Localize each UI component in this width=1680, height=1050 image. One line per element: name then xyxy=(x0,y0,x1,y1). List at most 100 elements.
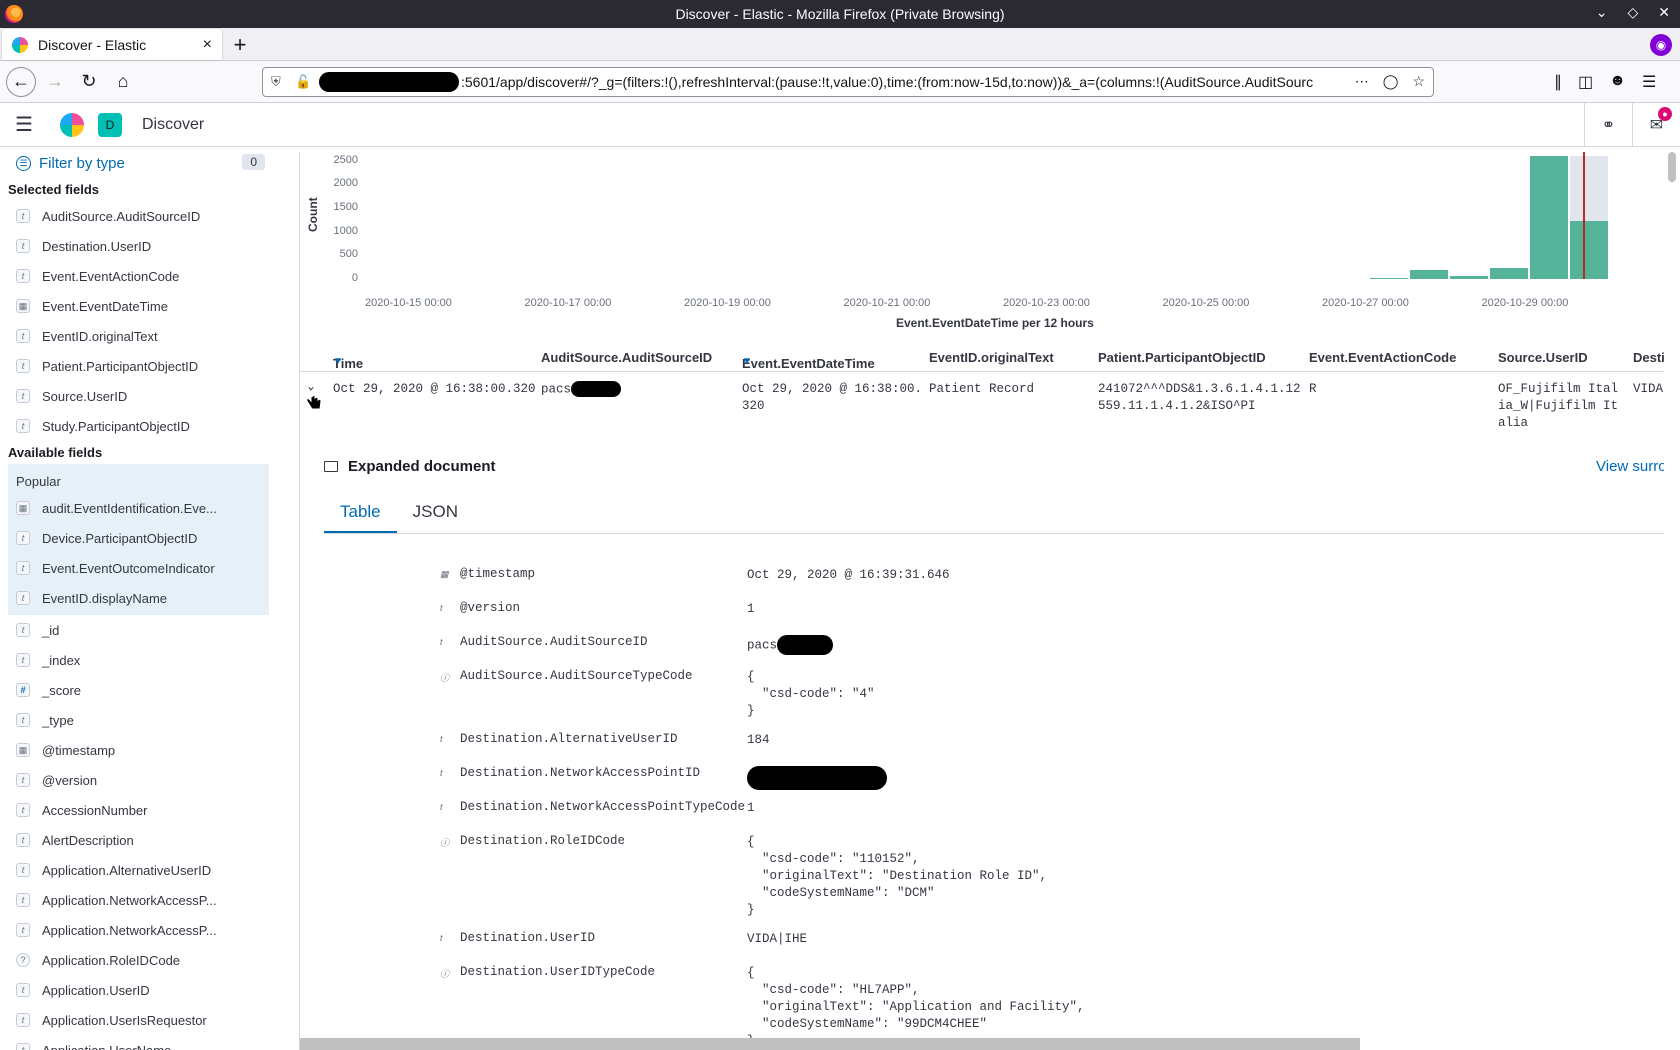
field-item[interactable]: t Event.EventOutcomeIndicator xyxy=(8,553,269,583)
histogram-bar[interactable] xyxy=(1530,156,1568,279)
histogram-bar[interactable] xyxy=(1370,277,1408,279)
cell-audit-source: pacs xyxy=(541,381,622,398)
field-item[interactable]: t Application.UserID xyxy=(0,975,299,1005)
field-name: Patient.ParticipantObjectID xyxy=(42,358,199,374)
forward-button[interactable]: → xyxy=(40,67,70,97)
field-item[interactable]: t Event.EventActionCode xyxy=(0,261,299,291)
field-name: audit.EventIdentification.Eve... xyxy=(42,500,217,516)
page-actions-icon[interactable]: ⋯ xyxy=(1355,73,1369,90)
field-item[interactable]: t Patient.ParticipantObjectID xyxy=(0,351,299,381)
field-item[interactable]: ▦ Event.EventDateTime xyxy=(0,291,299,321)
newsfeed-icon[interactable]: ✉ ● xyxy=(1632,103,1680,147)
histogram-chart[interactable]: Count 2500 2000 1500 1000 500 0 2020-10-15 00… xyxy=(300,152,1664,342)
field-item[interactable]: t EventID.displayName xyxy=(8,583,269,613)
home-button[interactable]: ⌂ xyxy=(108,67,138,97)
field-item[interactable]: t _id xyxy=(0,615,299,645)
field-item[interactable]: ? Application.RoleIDCode xyxy=(0,945,299,975)
popular-fields-group: Popular ▦ audit.EventIdentification.Eve..… xyxy=(8,464,269,615)
field-item[interactable]: t AuditSource.AuditSourceID xyxy=(0,201,299,231)
reload-button[interactable]: ↻ xyxy=(74,67,104,97)
app-menu-icon[interactable]: ☰ xyxy=(1642,72,1656,92)
cell-patient: 241072^^^DDS&1.3.6.1.4.1.12 559.11.1.4.1.… xyxy=(1098,382,1301,413)
number-type-icon: # xyxy=(16,683,30,697)
pocket-icon[interactable]: ◯ xyxy=(1383,73,1399,90)
col-destination[interactable]: Desti xyxy=(1633,350,1664,365)
col-source-user[interactable]: Source.UserID xyxy=(1498,350,1588,365)
table-row[interactable]: ⌄ Oct 29, 2020 @ 16:38:00.320 pacs Oct 2… xyxy=(300,373,1664,443)
tab-table[interactable]: Table xyxy=(324,492,397,533)
field-item[interactable]: ▦ @timestamp xyxy=(0,735,299,765)
string-type-icon: t xyxy=(16,863,30,877)
account-icon[interactable]: ☻ xyxy=(1609,72,1626,92)
new-tab-button[interactable]: + xyxy=(222,29,258,60)
close-tab-icon[interactable]: × xyxy=(203,36,212,54)
field-name: Device.ParticipantObjectID xyxy=(42,530,198,546)
string-type-icon: t xyxy=(16,923,30,937)
redacted-value xyxy=(571,381,622,397)
field-name: Study.ParticipantObjectID xyxy=(42,418,190,434)
field-item[interactable]: t Source.UserID xyxy=(0,381,299,411)
date-type-icon: ▦ xyxy=(16,743,30,757)
col-event-id-text[interactable]: EventID.originalText xyxy=(929,350,1054,365)
field-item[interactable]: t Destination.UserID xyxy=(0,231,299,261)
field-item[interactable]: t Application.NetworkAccessP... xyxy=(0,885,299,915)
field-item[interactable]: t Study.ParticipantObjectID xyxy=(0,411,299,441)
field-name: EventID.originalText xyxy=(42,328,158,344)
x-tick-label: 2020-10-23 00:00 xyxy=(1003,297,1090,309)
library-icon[interactable]: ∥ xyxy=(1554,72,1562,92)
doc-field-key: Destination.RoleIDCode xyxy=(460,834,626,848)
filter-count-badge: 0 xyxy=(242,154,265,170)
field-item[interactable]: t AccessionNumber xyxy=(0,795,299,825)
field-item[interactable]: t Device.ParticipantObjectID xyxy=(8,523,269,553)
hand-cursor-icon xyxy=(306,390,322,410)
sidebar-toggle-icon[interactable]: ◫ xyxy=(1578,72,1593,92)
field-item[interactable]: t _index xyxy=(0,645,299,675)
col-action-code[interactable]: Event.EventActionCode xyxy=(1309,350,1456,365)
minimize-icon[interactable]: ⌄ xyxy=(1596,4,1608,21)
view-surrounding-link[interactable]: View surro xyxy=(1596,458,1664,475)
field-item[interactable]: ▦ audit.EventIdentification.Eve... xyxy=(8,493,269,523)
col-audit-source[interactable]: AuditSource.AuditSourceID xyxy=(541,350,712,365)
discover-main: Count 2500 2000 1500 1000 500 0 2020-10-15 00… xyxy=(300,152,1664,1050)
tab-json[interactable]: JSON xyxy=(397,492,474,533)
elastic-logo-icon[interactable] xyxy=(60,112,84,137)
string-type-icon: t xyxy=(16,329,30,343)
field-item[interactable]: t Application.UserIsRequestor xyxy=(0,1005,299,1035)
space-avatar[interactable]: D xyxy=(98,112,122,137)
available-fields-title: Available fields xyxy=(8,445,103,460)
field-item[interactable]: t EventID.originalText xyxy=(0,321,299,351)
close-window-icon[interactable]: ✕ xyxy=(1658,4,1670,21)
string-type-icon: t xyxy=(16,389,30,403)
hamburger-menu-icon[interactable]: ☰ xyxy=(0,112,48,137)
url-bar[interactable]: ⛨ 🔓 :5601/app/discover#/?_g=(filters:!()… xyxy=(262,66,1434,97)
vertical-scrollbar[interactable] xyxy=(1668,152,1676,182)
field-name: Destination.UserID xyxy=(42,238,152,254)
field-item[interactable]: t AlertDescription xyxy=(0,825,299,855)
field-item[interactable]: t Application.UserName xyxy=(0,1035,299,1050)
histogram-bar[interactable] xyxy=(1450,275,1488,279)
back-button[interactable]: ← xyxy=(6,66,36,97)
browser-tab[interactable]: Discover - Elastic × xyxy=(2,29,222,60)
bookmark-star-icon[interactable]: ☆ xyxy=(1412,73,1425,90)
horizontal-scrollbar[interactable] xyxy=(300,1038,1360,1050)
histogram-bar[interactable] xyxy=(1410,270,1448,279)
help-icon[interactable]: ⚭ xyxy=(1584,103,1632,147)
maximize-icon[interactable]: ◇ xyxy=(1627,4,1638,21)
histogram-bar[interactable] xyxy=(1570,220,1608,279)
filter-by-type-button[interactable]: ☰ Filter by type 0 xyxy=(0,152,299,174)
y-tick-label: 500 xyxy=(339,248,358,261)
field-item[interactable]: t Application.AlternativeUserID xyxy=(0,855,299,885)
field-item[interactable]: t _type xyxy=(0,705,299,735)
unknown-type-icon: ⓘ xyxy=(440,673,450,683)
insecure-lock-icon[interactable]: 🔓 xyxy=(295,74,311,90)
field-item[interactable]: t Application.NetworkAccessP... xyxy=(0,915,299,945)
window-titlebar: Discover - Elastic - Mozilla Firefox (Pr… xyxy=(0,0,1680,28)
field-name: @timestamp xyxy=(42,742,116,758)
field-item[interactable]: t @version xyxy=(0,765,299,795)
field-item[interactable]: # _score xyxy=(0,675,299,705)
doc-field-value: VIDA|IHE xyxy=(747,932,808,946)
folder-icon xyxy=(324,461,338,472)
tracking-shield-icon[interactable]: ⛨ xyxy=(271,74,287,90)
histogram-bar[interactable] xyxy=(1490,268,1528,279)
col-patient[interactable]: Patient.ParticipantObjectID xyxy=(1098,350,1266,365)
